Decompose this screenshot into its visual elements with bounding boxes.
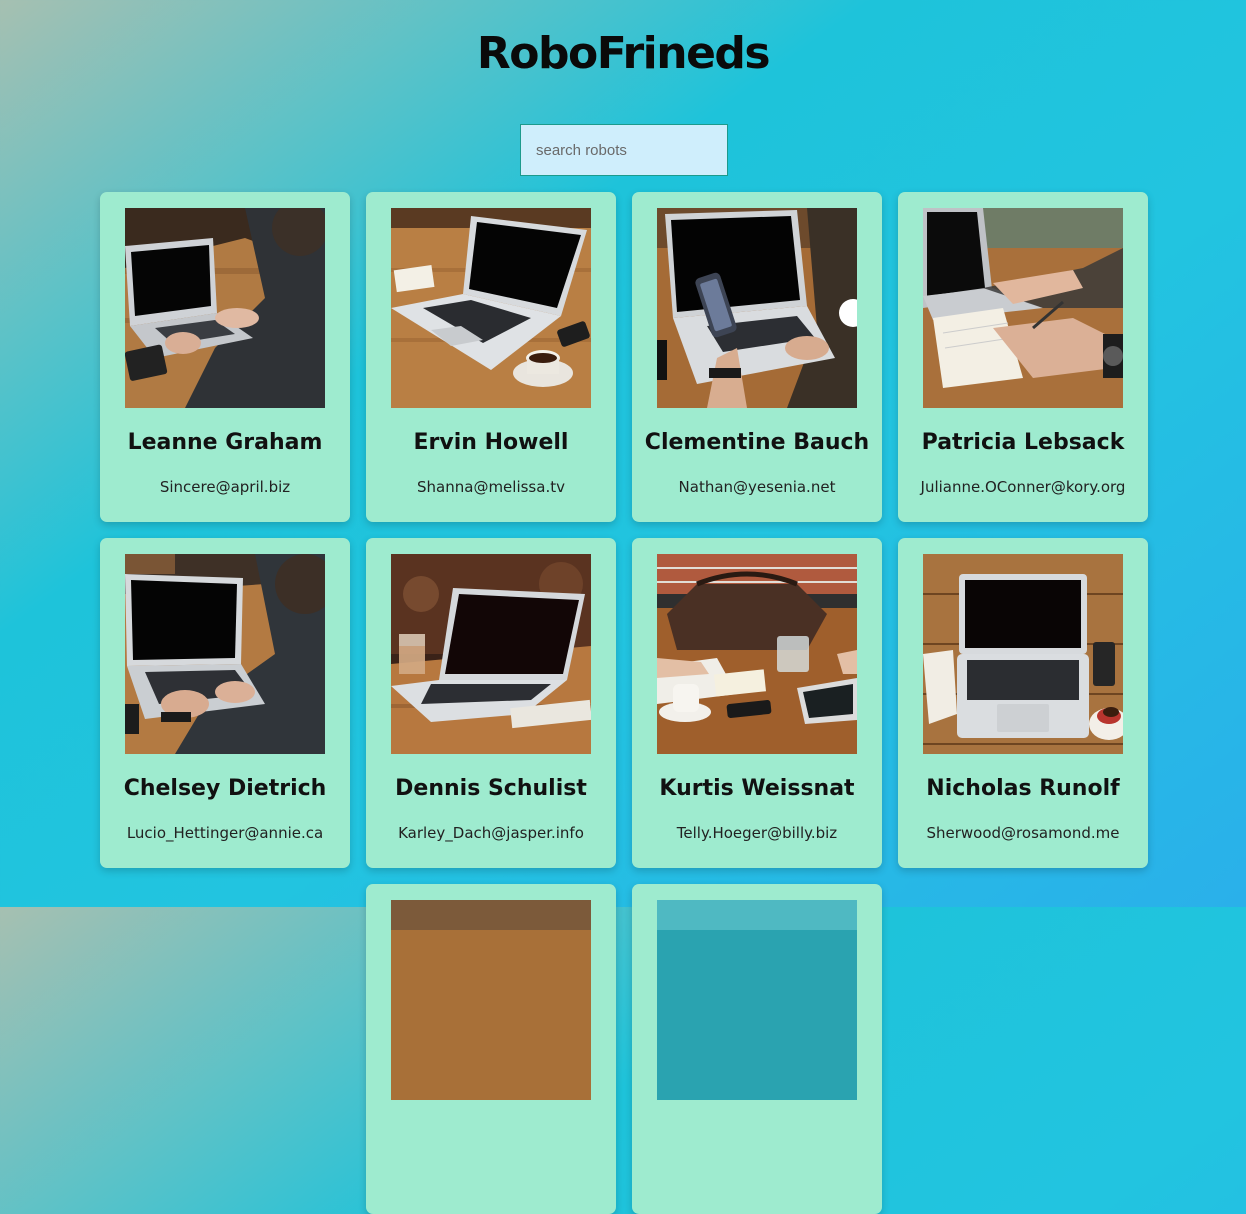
card-email: Shanna@melissa.tv — [417, 478, 565, 496]
robot-card[interactable] — [366, 884, 616, 1214]
robot-card[interactable]: Patricia Lebsack Julianne.OConner@kory.o… — [898, 192, 1148, 522]
card-name: Chelsey Dietrich — [123, 776, 327, 801]
card-photo — [391, 208, 591, 408]
robot-card[interactable]: Ervin Howell Shanna@melissa.tv — [366, 192, 616, 522]
card-email: Lucio_Hettinger@annie.ca — [126, 824, 324, 842]
robot-card[interactable] — [632, 884, 882, 1214]
robot-card[interactable]: Clementine Bauch Nathan@yesenia.net — [632, 192, 882, 522]
search-input[interactable] — [520, 124, 728, 176]
robot-card[interactable]: Leanne Graham Sincere@april.biz — [100, 192, 350, 522]
card-name: Patricia Lebsack — [921, 430, 1125, 455]
card-photo — [923, 554, 1123, 754]
card-email: Karley_Dach@jasper.info — [398, 824, 584, 842]
card-email: Nathan@yesenia.net — [678, 478, 836, 496]
card-photo — [125, 554, 325, 754]
robot-card[interactable]: Chelsey Dietrich Lucio_Hettinger@annie.c… — [100, 538, 350, 868]
page-title: RoboFrineds — [476, 28, 771, 79]
card-name: Leanne Graham — [127, 430, 323, 455]
card-email: Telly.Hoeger@billy.biz — [676, 824, 838, 842]
card-photo — [657, 900, 857, 1100]
card-email: Sherwood@rosamond.me — [926, 824, 1120, 842]
card-photo — [657, 208, 857, 408]
card-photo — [391, 554, 591, 754]
card-name: Clementine Bauch — [644, 430, 870, 455]
card-photo — [923, 208, 1123, 408]
card-photo — [391, 900, 591, 1100]
robot-card[interactable]: Nicholas Runolf Sherwood@rosamond.me — [898, 538, 1148, 868]
robot-card[interactable]: Kurtis Weissnat Telly.Hoeger@billy.biz — [632, 538, 882, 868]
card-photo — [125, 208, 325, 408]
card-email: Julianne.OConner@kory.org — [920, 478, 1126, 496]
card-name: Dennis Schulist — [395, 776, 587, 801]
card-email: Sincere@april.biz — [159, 478, 291, 496]
card-name: Kurtis Weissnat — [659, 776, 855, 801]
robot-card[interactable]: Dennis Schulist Karley_Dach@jasper.info — [366, 538, 616, 868]
card-photo — [657, 554, 857, 754]
robot-card-list: Leanne Graham Sincere@april.biz Ervin Ho… — [100, 192, 1148, 1214]
card-name: Nicholas Runolf — [926, 776, 1120, 801]
card-name: Ervin Howell — [413, 430, 569, 455]
